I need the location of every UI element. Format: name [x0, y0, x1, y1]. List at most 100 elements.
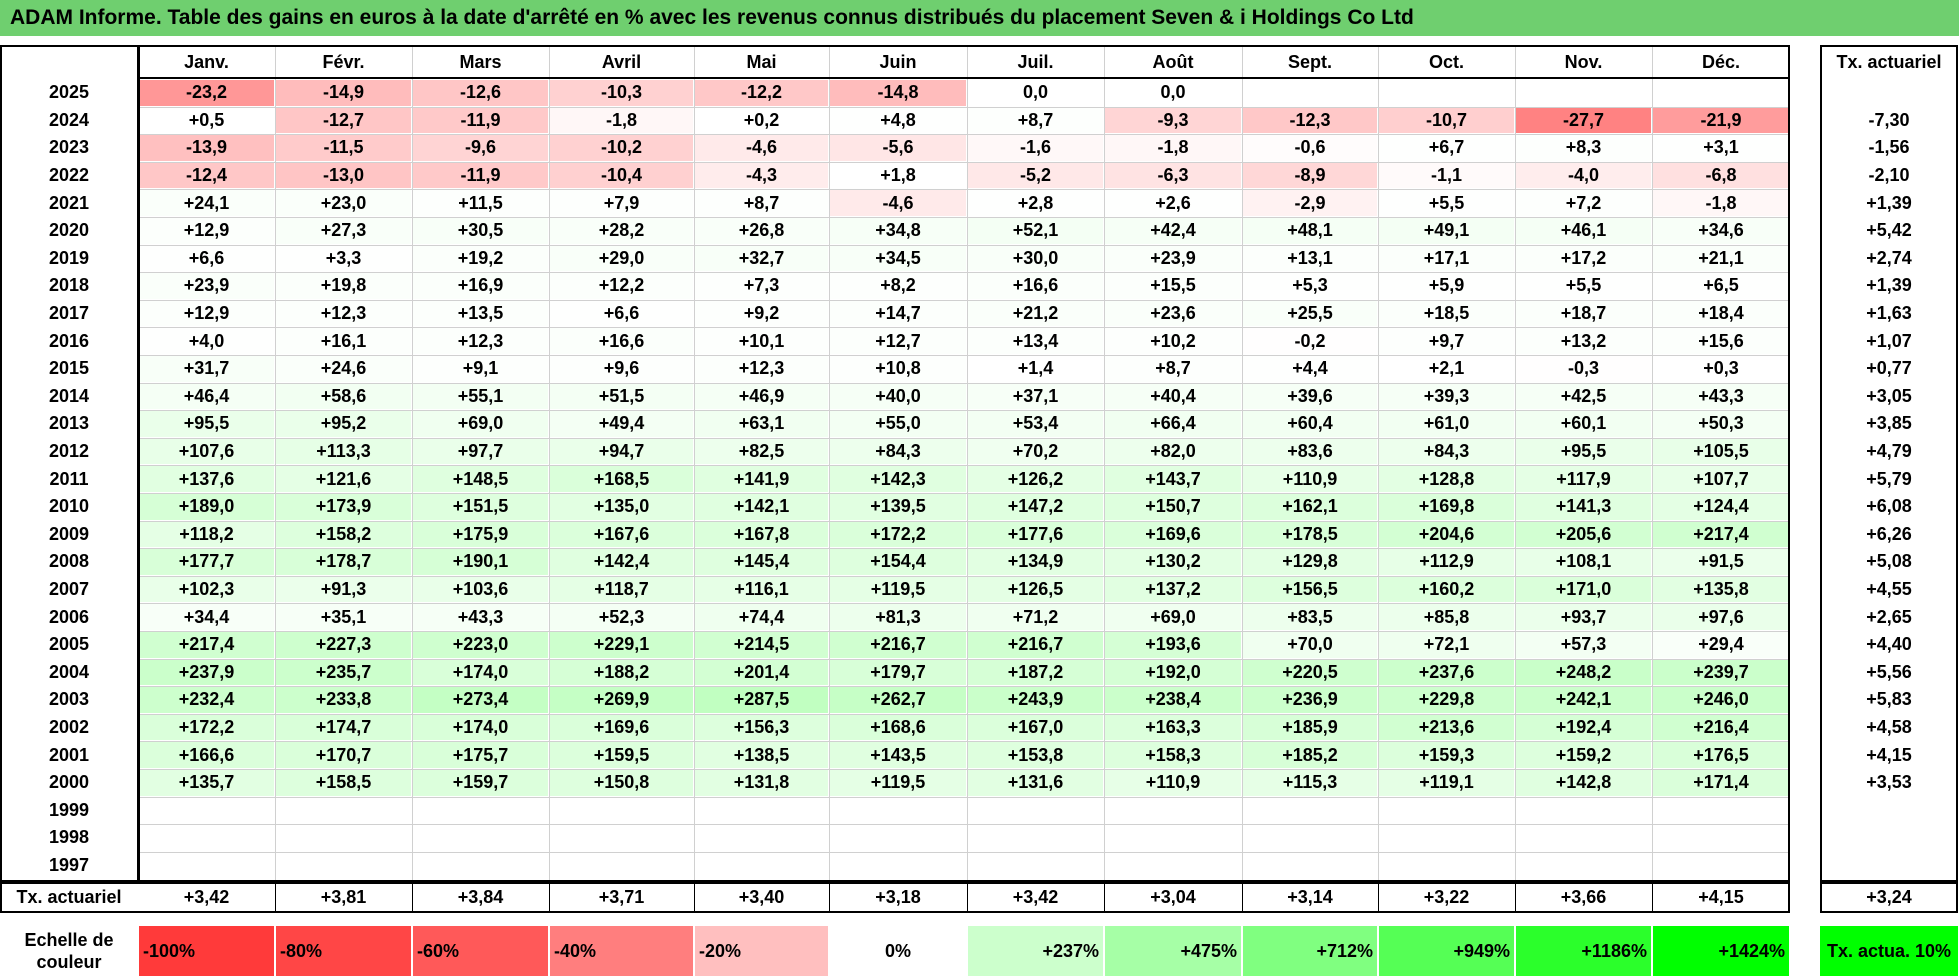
table-cell: [1653, 80, 1789, 106]
table-cell: +82,5: [695, 438, 828, 465]
table-cell: +273,4: [413, 687, 548, 713]
table-cell: +81,3: [830, 604, 966, 630]
year-label: 2011: [49, 468, 89, 489]
table-cell: +26,8: [695, 218, 828, 244]
table-cell: +110,9: [1105, 770, 1241, 796]
year-rate: +5,08: [1866, 551, 1912, 572]
month-header: Juil.: [1017, 51, 1054, 72]
table-cell: -8,9: [1243, 162, 1377, 189]
table-cell: +97,7: [413, 438, 548, 465]
footer-rate: +3,40: [738, 887, 785, 908]
gridline: [138, 741, 1790, 743]
table-cell: +135,7: [139, 770, 274, 796]
table-cell: +10,8: [830, 356, 966, 382]
table-cell: +7,9: [550, 190, 693, 216]
year-label: 2023: [48, 137, 90, 158]
footer-rate: +3,42: [1012, 887, 1059, 908]
table-cell: -13,9: [139, 135, 274, 161]
year-rate: -7,30: [1868, 109, 1910, 130]
table-cell: +3,1: [1653, 135, 1789, 161]
gridline: [138, 493, 1790, 494]
table-cell: +185,2: [1243, 742, 1377, 768]
color-scale-step: +712%: [1243, 926, 1377, 976]
gridline: [138, 106, 1790, 108]
table-cell: +57,3: [1516, 632, 1651, 658]
gridline: [138, 327, 1790, 329]
year-label: 2012: [48, 441, 90, 462]
table-cell: +34,6: [1653, 218, 1789, 244]
footer-rate: +3,18: [875, 887, 921, 908]
table-cell: -13,0: [276, 162, 411, 189]
year-label: 2014: [48, 385, 90, 406]
table-cell: +12,3: [695, 356, 828, 382]
table-cell: +246,0: [1653, 687, 1789, 713]
footer-rate: +4,15: [1698, 887, 1744, 908]
year-label: 2020: [48, 220, 90, 241]
table-cell: +103,6: [413, 576, 548, 603]
table-cell: +119,1: [1379, 770, 1514, 796]
year-rate: +4,40: [1866, 634, 1912, 655]
color-scale-step: -40%: [550, 926, 693, 976]
table-cell: +159,7: [413, 770, 548, 796]
year-label: 2025: [48, 82, 90, 103]
table-cell: +167,6: [550, 521, 693, 548]
table-cell: +6,5: [1653, 273, 1789, 299]
table-cell: +46,4: [139, 383, 274, 410]
table-cell: +6,7: [1379, 135, 1514, 161]
table-cell: +236,9: [1243, 687, 1377, 713]
table-cell: +8,7: [695, 190, 828, 216]
table-cell: +108,1: [1516, 549, 1651, 575]
table-cell: +84,3: [1379, 438, 1514, 465]
table-cell: [968, 825, 1103, 851]
table-cell: +2,8: [968, 190, 1103, 216]
table-cell: -10,4: [550, 162, 693, 189]
year-rate: [1820, 797, 1958, 825]
table-cell: +12,7: [830, 328, 966, 354]
table-cell: -14,9: [276, 80, 411, 106]
year-label: 2015: [48, 358, 90, 379]
color-scale-label: Echelle de couleur: [24, 930, 114, 972]
table-cell: [1379, 825, 1514, 851]
table-cell: [830, 798, 966, 824]
table-cell: -6,3: [1105, 162, 1241, 189]
table-cell: +117,9: [1516, 466, 1651, 492]
month-header: Juin: [879, 51, 917, 72]
year-rate: +3,53: [1866, 772, 1912, 793]
table-cell: +15,5: [1105, 273, 1241, 299]
year-label: 2001: [48, 744, 90, 765]
table-cell: [413, 825, 548, 851]
table-cell: -12,4: [139, 162, 274, 189]
table-cell: -2,9: [1243, 190, 1377, 216]
table-cell: [1243, 853, 1377, 879]
year-rate: +4,58: [1866, 717, 1912, 738]
table-cell: +177,6: [968, 521, 1103, 548]
table-cell: [276, 798, 411, 824]
table-cell: 0,0: [1105, 80, 1241, 106]
year-rate: +5,56: [1866, 661, 1912, 682]
table-cell: +16,6: [550, 328, 693, 354]
table-cell: [139, 798, 274, 824]
table-cell: [1379, 798, 1514, 824]
year-rate: [1820, 79, 1958, 107]
table-cell: +12,3: [276, 300, 411, 327]
table-cell: [1243, 825, 1377, 851]
table-cell: +74,4: [695, 604, 828, 630]
gridline: [138, 272, 1790, 274]
month-header: Août: [1152, 51, 1194, 72]
gridline: [549, 45, 550, 883]
year-rate: +5,42: [1866, 220, 1912, 241]
table-cell: +233,8: [276, 687, 411, 713]
table-cell: -1,1: [1379, 162, 1514, 189]
table-cell: [830, 825, 966, 851]
table-cell: -1,8: [1105, 135, 1241, 161]
table-cell: +173,9: [276, 494, 411, 520]
table-cell: +43,3: [1653, 383, 1789, 410]
table-cell: +216,7: [968, 632, 1103, 658]
table-cell: [1516, 825, 1651, 851]
color-scale-step: +1424%: [1653, 926, 1789, 976]
table-cell: +216,7: [830, 632, 966, 658]
year-label: 2005: [48, 634, 90, 655]
footer-rate: +3,84: [457, 887, 504, 908]
table-cell: +115,3: [1243, 770, 1377, 796]
table-cell: +269,9: [550, 687, 693, 713]
